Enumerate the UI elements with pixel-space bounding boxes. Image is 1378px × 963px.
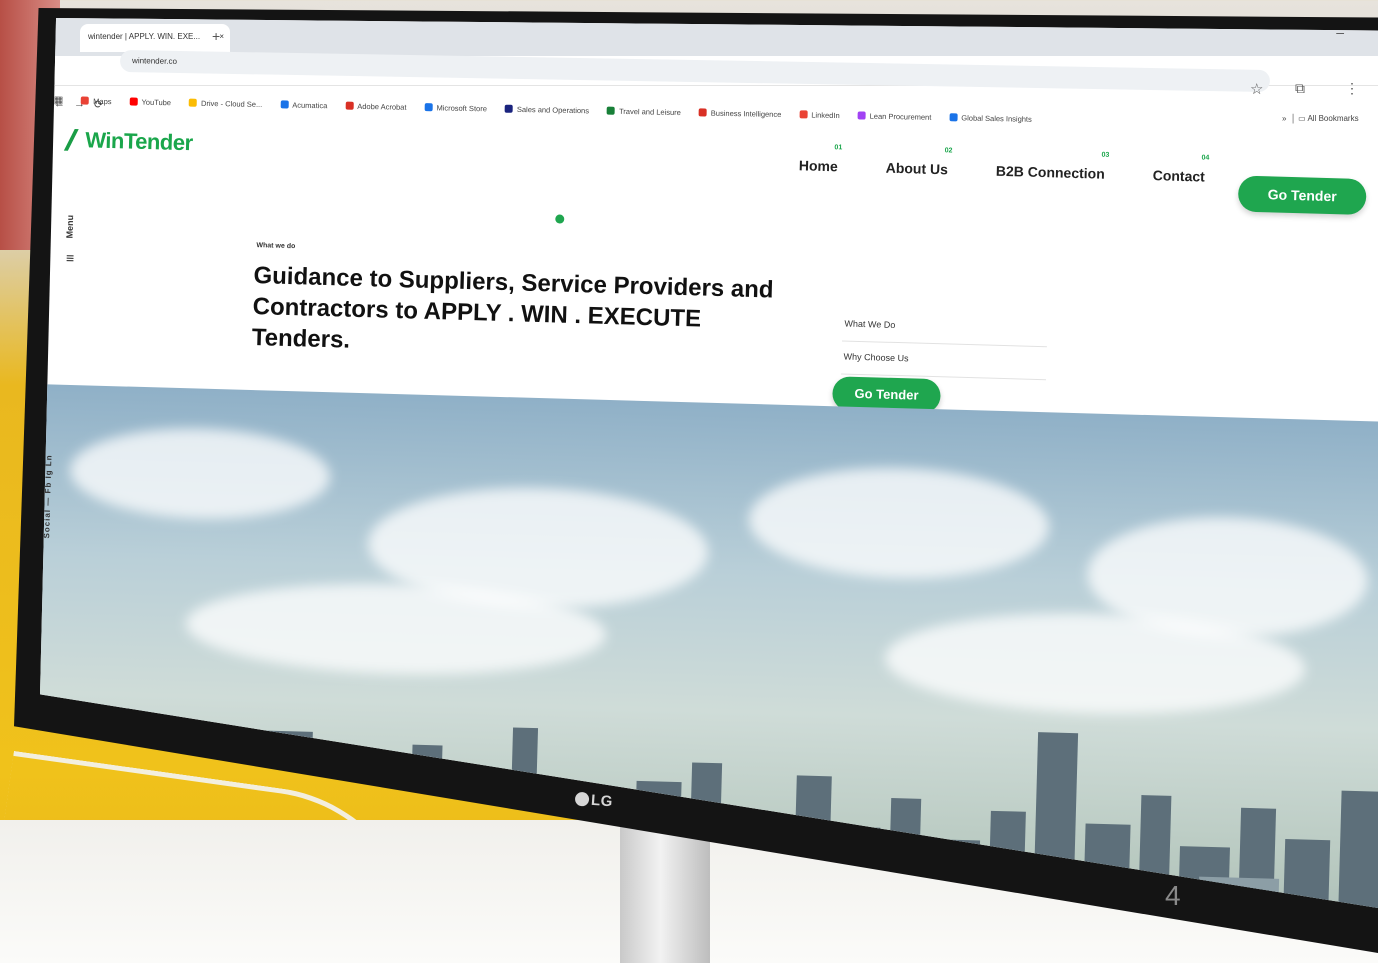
nav-contact[interactable]: 04 Contact — [1152, 154, 1210, 185]
folder-icon: ▭ — [1298, 114, 1306, 123]
browser-menu-icon[interactable]: ⋮ — [1345, 80, 1359, 97]
bookmark-item[interactable]: Adobe Acrobat — [345, 101, 407, 112]
section-links: What We Do Why Choose Us — [841, 308, 1048, 381]
bookmark-label: Microsoft Store — [436, 102, 488, 113]
extensions-icon[interactable]: ⧉ — [1295, 80, 1305, 97]
nav-home[interactable]: 01 Home — [798, 144, 843, 175]
bookmark-label: Business Intelligence — [710, 108, 782, 119]
bookmark-item[interactable]: Sales and Operations — [504, 104, 590, 115]
bookmark-item[interactable]: Drive - Cloud Se... — [188, 98, 263, 109]
monitor-brand-text: LG — [590, 791, 614, 811]
acumatica-icon — [280, 99, 289, 109]
main-nav: 01 Home 02 About Us 03 B2B Connection 04 Con… — [798, 144, 1210, 185]
maps-icon — [81, 96, 90, 105]
nav-label: Contact — [1152, 167, 1206, 185]
cloud — [68, 424, 332, 523]
bookmark-item[interactable]: Lean Procurement — [857, 110, 932, 122]
bookmarks-overflow[interactable]: » │ ▭ All Bookmarks — [1282, 114, 1359, 123]
bookmark-label: Lean Procurement — [869, 111, 932, 122]
bookmark-item[interactable]: Acumatica — [280, 99, 328, 110]
bookmark-item[interactable]: Maps — [81, 96, 112, 106]
monitor-screen: wintender | APPLY. WIN. EXE... × + – ← →… — [40, 18, 1378, 908]
travel-icon — [606, 106, 616, 115]
tab-title: wintender | APPLY. WIN. EXE... — [88, 32, 201, 41]
all-bookmarks-label: All Bookmarks — [1307, 114, 1359, 123]
browser-tab[interactable]: wintender | APPLY. WIN. EXE... × — [80, 24, 230, 52]
site-logo[interactable]: WinTender — [63, 127, 193, 156]
youtube-icon — [129, 96, 138, 106]
nav-number: 03 — [1101, 151, 1110, 159]
bookmark-label: Maps — [93, 96, 112, 106]
nav-b2b-connection[interactable]: 03 B2B Connection — [995, 152, 1110, 182]
drive-icon — [188, 98, 198, 107]
overflow-chevron-icon: » — [1282, 114, 1287, 123]
go-tender-button-header[interactable]: Go Tender — [1237, 175, 1367, 216]
slide-number: 4 — [1165, 880, 1181, 911]
menu-icon[interactable]: ≡ — [66, 250, 75, 266]
linkedin-icon — [799, 109, 808, 118]
acrobat-icon — [345, 101, 354, 110]
bookmark-label: YouTube — [141, 97, 172, 107]
cloud — [747, 463, 1051, 583]
logo-text: WinTender — [84, 127, 193, 156]
nav-label: B2B Connection — [995, 162, 1105, 182]
bookmark-item[interactable]: YouTube — [129, 96, 172, 107]
bookmark-label: Sales and Operations — [516, 104, 590, 115]
section-eyebrow: What we do — [256, 242, 296, 251]
bookmark-item[interactable]: Microsoft Store — [424, 102, 488, 113]
bookmark-label: Adobe Acrobat — [357, 101, 407, 112]
bookmark-item[interactable]: Business Intelligence — [698, 107, 782, 119]
hero-headline: Guidance to Suppliers, Service Providers… — [251, 262, 774, 354]
bookmark-star-icon[interactable]: ☆ — [1250, 80, 1263, 98]
insights-icon — [949, 112, 958, 121]
green-dot-indicator — [555, 214, 565, 224]
bookmark-item[interactable]: LinkedIn — [799, 109, 840, 120]
sales-icon — [504, 104, 514, 113]
lg-logo-icon — [574, 791, 590, 807]
store-icon — [424, 102, 433, 111]
nav-number: 02 — [944, 147, 953, 155]
monitor-brand-logo: LG — [574, 791, 614, 811]
menu-label[interactable]: Menu — [65, 215, 76, 239]
bookmark-label: Drive - Cloud Se... — [200, 98, 263, 109]
bookmark-label: Global Sales Insights — [961, 112, 1032, 124]
bookmark-item[interactable]: Global Sales Insights — [949, 112, 1032, 124]
bi-icon — [698, 107, 707, 117]
bookmark-label: Acumatica — [292, 100, 328, 110]
bookmark-item[interactable]: Travel and Leisure — [606, 106, 681, 117]
new-tab-button[interactable]: + — [212, 28, 220, 44]
link-why-choose-us[interactable]: Why Choose Us — [841, 341, 1047, 381]
nav-label: About Us — [885, 159, 949, 178]
monitor-stand — [620, 820, 710, 963]
nav-number: 04 — [1201, 154, 1210, 162]
procurement-icon — [857, 110, 866, 120]
bookmark-label: LinkedIn — [811, 110, 840, 120]
nav-number: 01 — [834, 144, 843, 152]
nav-label: Home — [798, 157, 838, 175]
apps-grid-icon[interactable]: ▦ — [54, 94, 64, 105]
bookmark-label: Travel and Leisure — [618, 106, 681, 117]
nav-about-us[interactable]: 02 About Us — [885, 147, 953, 178]
